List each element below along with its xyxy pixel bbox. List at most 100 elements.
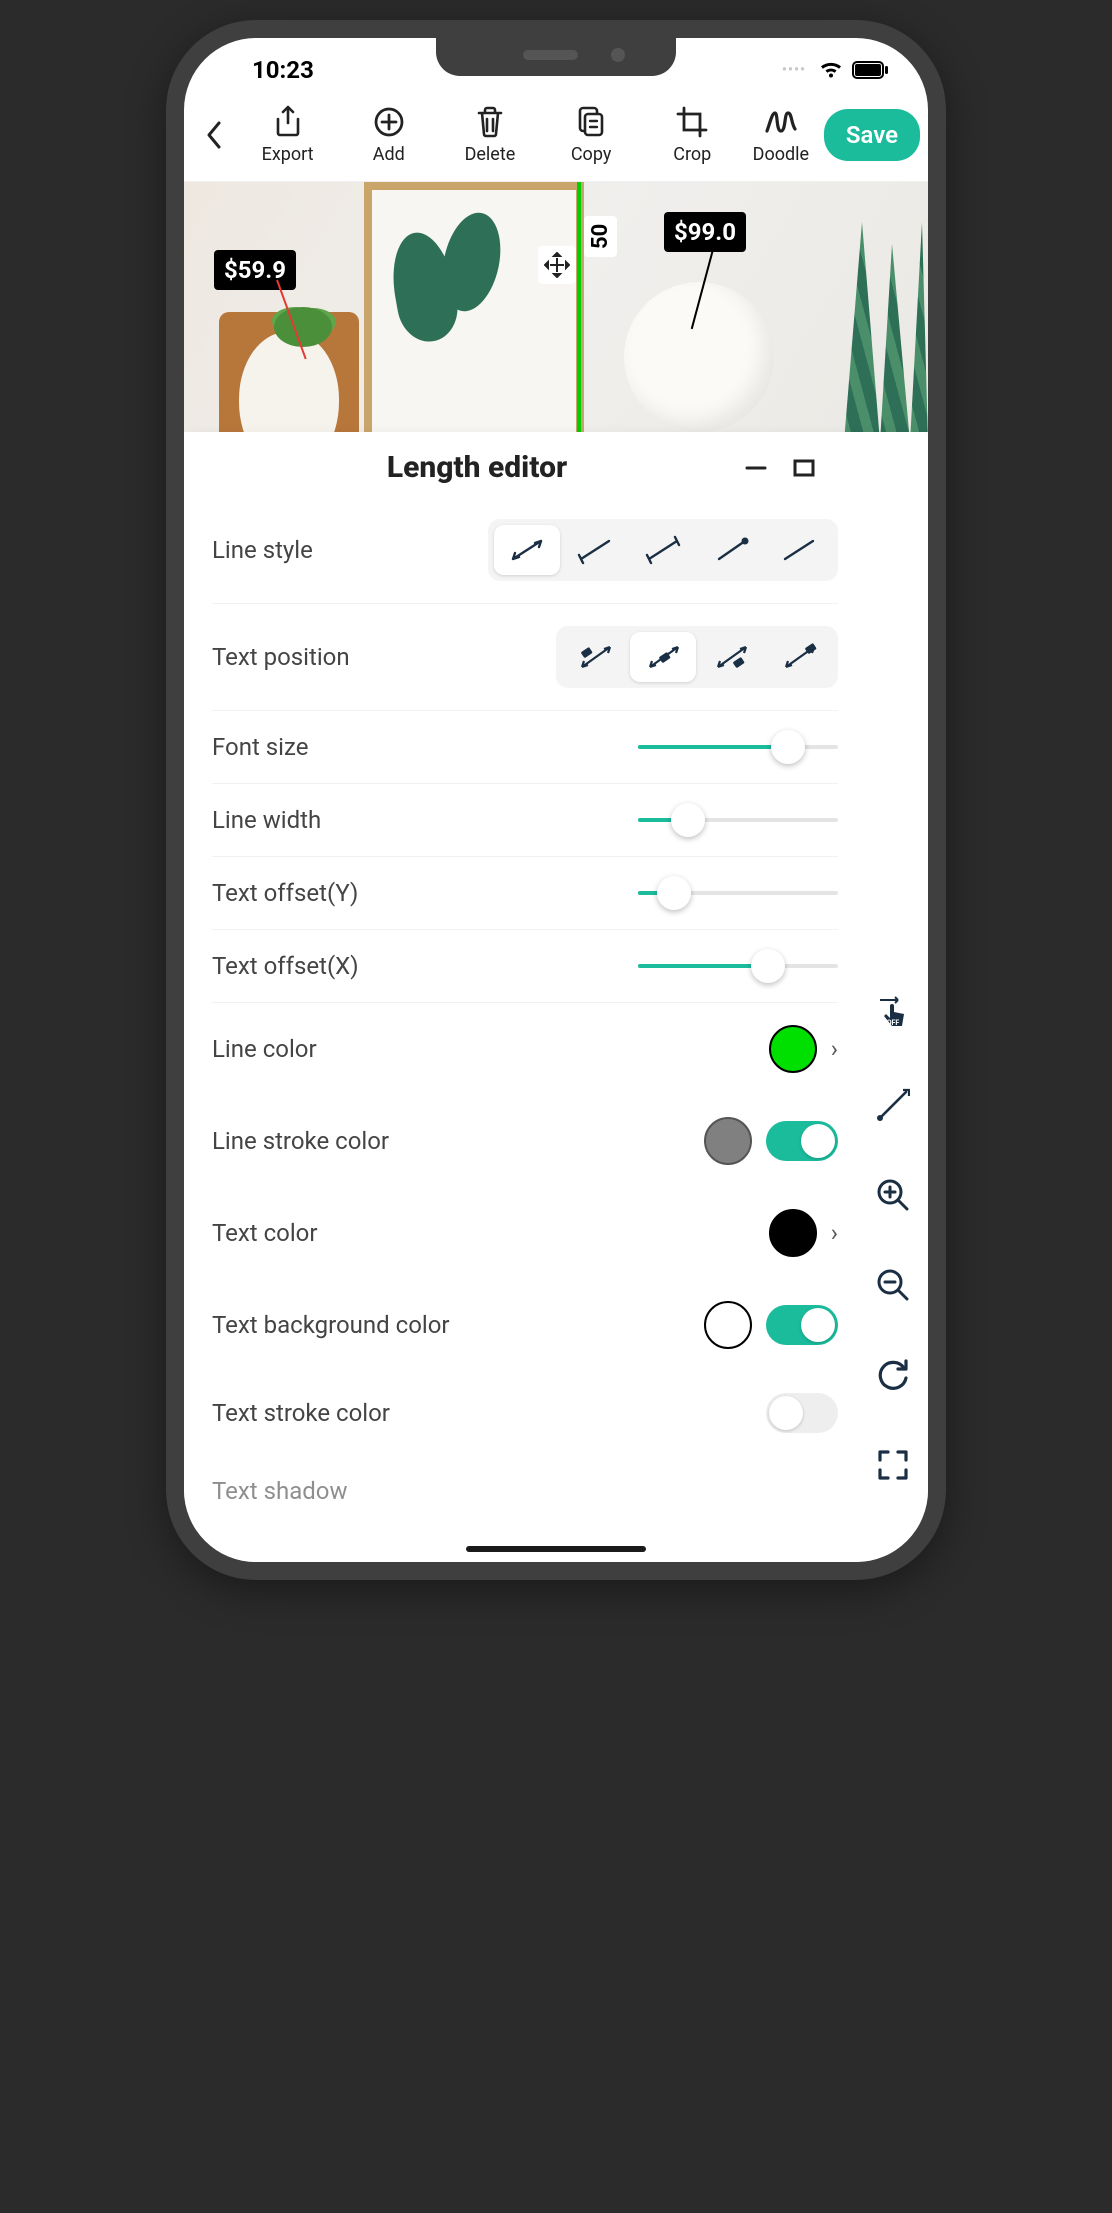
side-tools: OFF [864,992,922,1488]
text-position-option-3[interactable] [698,632,764,682]
line-stroke-toggle[interactable] [766,1121,838,1161]
line-style-option-bar-both[interactable] [630,525,696,575]
home-indicator[interactable] [466,1546,646,1552]
line-style-option-plain[interactable] [766,525,832,575]
row-text-stroke-color: Text stroke color [212,1371,838,1455]
row-line-width: Line width [212,784,838,857]
row-text-color: Text color › [212,1187,838,1279]
save-label: Save [846,121,898,149]
doodle-icon [764,104,798,140]
zoom-out-button[interactable] [870,1262,916,1308]
font-size-slider[interactable] [638,745,838,749]
chevron-right-icon[interactable]: › [831,1219,838,1247]
add-label: Add [373,144,405,165]
decor-succulent [274,307,332,347]
text-offset-x-slider[interactable] [638,964,838,968]
text-shadow-label: Text shadow [212,1477,348,1505]
text-bg-color-label: Text background color [212,1311,450,1339]
crop-label: Crop [673,144,711,165]
crop-icon [676,104,708,140]
line-color-swatch[interactable] [769,1025,817,1073]
row-line-stroke-color: Line stroke color [212,1095,838,1187]
row-line-color: Line color › [212,1003,838,1095]
add-icon [373,104,405,140]
phone-frame: 10:23 •••• Export [166,20,946,1580]
move-handle[interactable] [538,246,576,284]
battery-icon [852,61,888,79]
price-annotation-left[interactable]: $59.9 [214,250,296,290]
row-text-bg-color: Text background color [212,1279,838,1371]
text-offset-y-label: Text offset(Y) [212,879,358,907]
row-font-size: Font size [212,711,838,784]
line-tool-button[interactable] [870,1082,916,1128]
copy-button[interactable]: Copy [542,104,641,165]
row-line-style: Line style [212,497,838,604]
line-width-label: Line width [212,806,321,834]
line-stroke-color-label: Line stroke color [212,1127,389,1155]
notch [436,38,676,76]
row-text-offset-y: Text offset(Y) [212,857,838,930]
line-width-slider[interactable] [638,818,838,822]
crop-button[interactable]: Crop [643,104,742,165]
export-icon [273,104,303,140]
panel-title: Length editor [222,450,732,485]
zoom-in-button[interactable] [870,1172,916,1218]
line-style-option-bar-one[interactable] [562,525,628,575]
rotate-button[interactable] [870,1352,916,1398]
font-size-label: Font size [212,733,308,761]
row-text-shadow: Text shadow [212,1455,838,1527]
maximize-button[interactable] [780,456,828,480]
row-text-position: Text position [212,604,838,711]
phone-screen: 10:23 •••• Export [184,38,928,1562]
minimize-button[interactable] [732,454,780,482]
text-position-segmented [556,626,838,688]
text-position-label: Text position [212,643,350,671]
save-button[interactable]: Save [824,109,920,161]
wifi-icon [818,60,844,80]
text-position-option-4[interactable] [766,632,832,682]
touch-off-button[interactable]: OFF [870,992,916,1038]
text-bg-color-swatch[interactable] [704,1301,752,1349]
more-dots-icon: •••• [782,62,806,78]
fullscreen-button[interactable] [870,1442,916,1488]
doodle-label: Doodle [753,144,809,165]
line-stroke-color-swatch[interactable] [704,1117,752,1165]
line-style-label: Line style [212,536,313,564]
delete-label: Delete [465,144,516,165]
copy-label: Copy [571,144,612,165]
text-bg-toggle[interactable] [766,1305,838,1345]
doodle-button[interactable]: Doodle [744,104,818,165]
measurement-line[interactable] [577,182,581,432]
chevron-right-icon[interactable]: › [831,1035,838,1063]
delete-button[interactable]: Delete [440,104,539,165]
row-text-offset-x: Text offset(X) [212,930,838,1003]
price-annotation-right[interactable]: $99.0 [664,212,746,252]
text-color-label: Text color [212,1219,318,1247]
canvas-area[interactable]: 50 $59.9 $99.0 [184,182,928,432]
export-label: Export [262,144,314,165]
text-position-option-2[interactable] [630,632,696,682]
line-style-segmented [488,519,838,581]
line-style-option-arrows[interactable] [494,525,560,575]
status-indicators: •••• [782,60,898,80]
add-button[interactable]: Add [339,104,438,165]
text-color-swatch[interactable] [769,1209,817,1257]
text-stroke-color-label: Text stroke color [212,1399,390,1427]
length-editor-panel: Length editor Line style [184,432,928,1562]
line-style-option-dot[interactable] [698,525,764,575]
decor-snakeplant [808,222,928,432]
text-offset-y-slider[interactable] [638,891,838,895]
copy-icon [576,104,606,140]
text-stroke-toggle[interactable] [766,1393,838,1433]
toolbar: Export Add Delete Copy [184,96,928,182]
trash-icon [475,104,505,140]
status-time: 10:23 [214,56,314,84]
line-color-label: Line color [212,1035,317,1063]
back-button[interactable] [192,120,236,150]
panel-header: Length editor [212,432,838,497]
measurement-value[interactable]: 50 [584,216,617,257]
text-position-option-1[interactable] [562,632,628,682]
svg-text:OFF: OFF [887,1019,900,1027]
text-offset-x-label: Text offset(X) [212,952,359,980]
export-button[interactable]: Export [238,104,337,165]
